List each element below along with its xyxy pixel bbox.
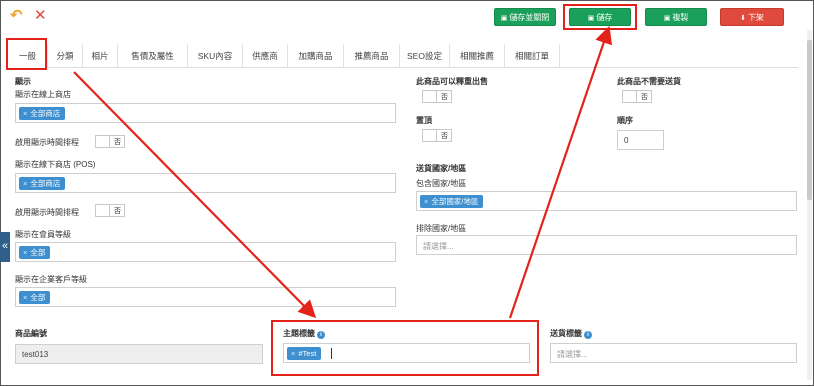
annotation-arrows: [73, 25, 613, 319]
arrow-tag-to-save: [508, 25, 613, 319]
arrow-tab-to-tag: [73, 71, 317, 319]
